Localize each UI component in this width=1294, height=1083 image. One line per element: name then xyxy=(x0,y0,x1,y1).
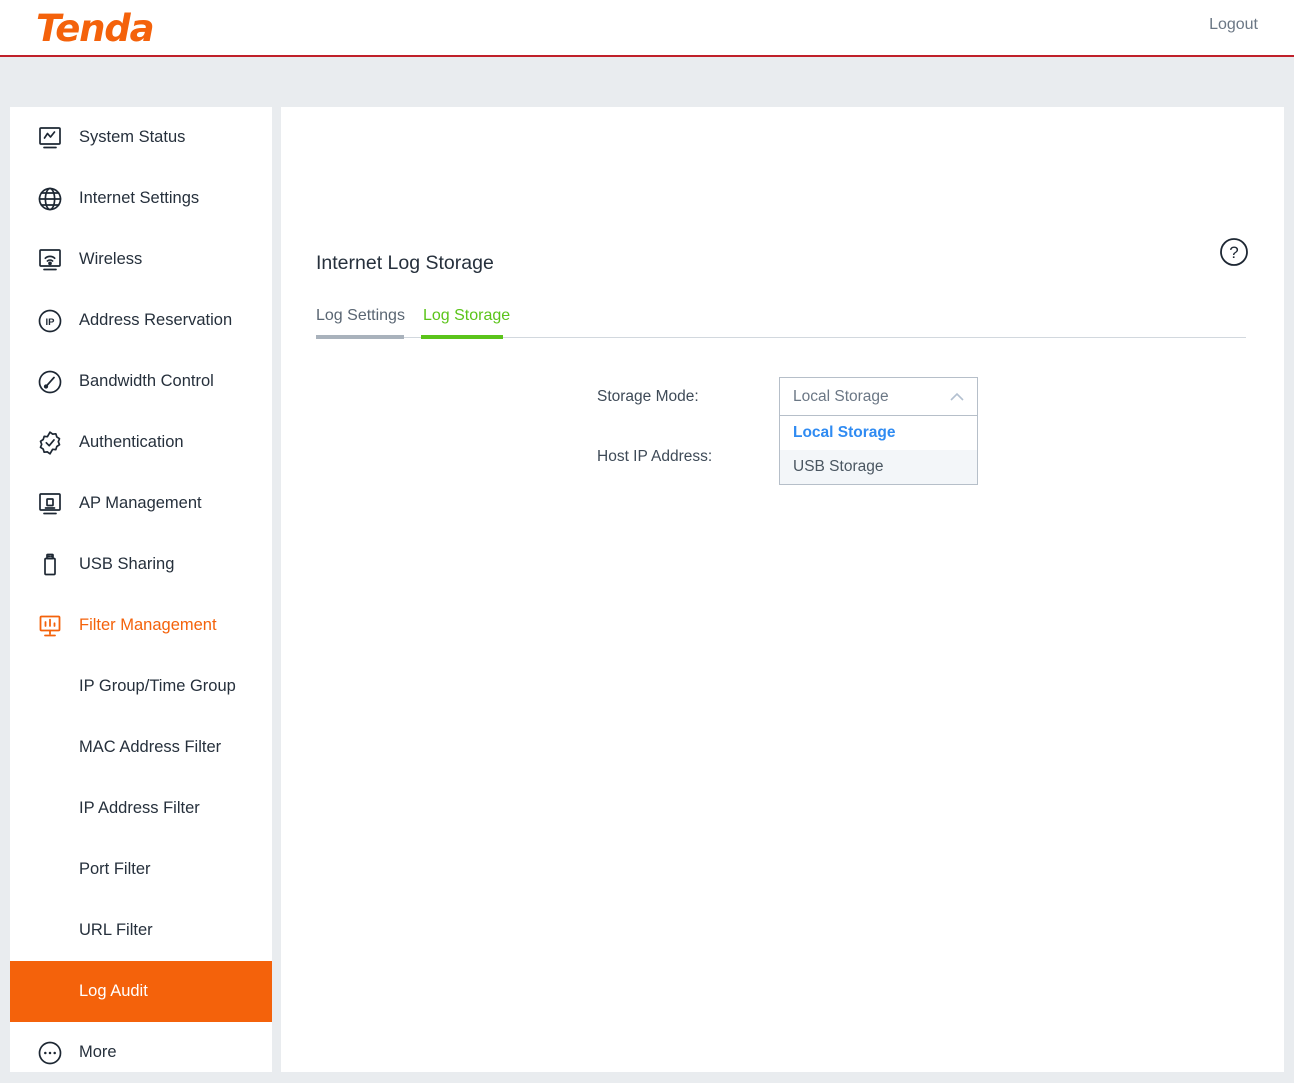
sidebar-item-mac-address-filter[interactable]: MAC Address Filter xyxy=(10,717,272,778)
chevron-up-icon[interactable] xyxy=(949,391,965,403)
globe-icon xyxy=(36,185,64,213)
usb-drive-icon xyxy=(36,551,64,579)
more-dots-icon xyxy=(36,1039,64,1067)
sidebar-item-address-reservation[interactable]: IP Address Reservation xyxy=(10,290,272,351)
sidebar-item-label: Authentication xyxy=(79,433,184,452)
sidebar-item-label: USB Sharing xyxy=(79,555,174,574)
sidebar-item-internet-settings[interactable]: Internet Settings xyxy=(10,168,272,229)
app-header: Tenda Logout xyxy=(0,0,1294,57)
sidebar-item-filter-management[interactable]: Filter Management xyxy=(10,595,272,656)
sidebar-item-label: More xyxy=(79,1043,117,1062)
sidebar-item-label: Address Reservation xyxy=(79,311,232,330)
sidebar-item-url-filter[interactable]: URL Filter xyxy=(10,900,272,961)
storage-mode-select[interactable]: Local Storage Local Storage USB Storage xyxy=(779,377,978,485)
tenda-logo: Tenda xyxy=(36,8,153,50)
ip-circle-icon: IP xyxy=(36,307,64,335)
page-title: Internet Log Storage xyxy=(316,252,494,275)
svg-text:?: ? xyxy=(1229,243,1238,262)
sidebar-item-label: AP Management xyxy=(79,494,202,513)
gauge-icon xyxy=(36,368,64,396)
tab-underline xyxy=(316,335,1246,339)
help-circle-icon[interactable]: ? xyxy=(1219,237,1249,267)
storage-mode-selected-value: Local Storage xyxy=(793,388,889,406)
sidebar-item-bandwidth-control[interactable]: Bandwidth Control xyxy=(10,351,272,412)
sidebar-item-label: Internet Settings xyxy=(79,189,199,208)
tab-log-settings[interactable]: Log Settings xyxy=(316,307,405,325)
sidebar-item-log-audit[interactable]: Log Audit xyxy=(10,961,272,1022)
sidebar-item-ip-group-time-group[interactable]: IP Group/Time Group xyxy=(10,656,272,717)
wifi-monitor-icon xyxy=(36,246,64,274)
sidebar-item-label: System Status xyxy=(79,128,185,147)
tab-indicator-inactive xyxy=(316,335,404,339)
sidebar-item-ip-address-filter[interactable]: IP Address Filter xyxy=(10,778,272,839)
logout-button[interactable]: Logout xyxy=(1209,16,1258,34)
sidebar-item-label: Port Filter xyxy=(79,860,151,879)
sidebar-item-label: Bandwidth Control xyxy=(79,372,214,391)
storage-mode-option-list: Local Storage USB Storage xyxy=(779,416,978,485)
sidebar-item-port-filter[interactable]: Port Filter xyxy=(10,839,272,900)
sidebar-item-label: IP Address Filter xyxy=(79,799,200,818)
monitor-chart-icon xyxy=(36,124,64,152)
badge-check-icon xyxy=(36,429,64,457)
content-panel: ? Internet Log Storage Log Settings Log … xyxy=(281,107,1284,1072)
storage-mode-label: Storage Mode: xyxy=(597,388,699,406)
svg-text:IP: IP xyxy=(46,317,56,328)
option-local-storage[interactable]: Local Storage xyxy=(780,416,977,450)
sidebar-item-label: Filter Management xyxy=(79,616,217,635)
host-ip-address-label: Host IP Address: xyxy=(597,448,712,466)
option-usb-storage[interactable]: USB Storage xyxy=(780,450,977,484)
sidebar-item-label: Wireless xyxy=(79,250,142,269)
tab-labels: Log Settings Log Storage xyxy=(316,297,1246,325)
sidebar-item-label: Log Audit xyxy=(79,982,148,1001)
sidebar-item-system-status[interactable]: System Status xyxy=(10,107,272,168)
sidebar-item-ap-management[interactable]: AP Management xyxy=(10,473,272,534)
ap-device-icon xyxy=(36,490,64,518)
tab-strip: Log Settings Log Storage xyxy=(316,297,1246,339)
sidebar-item-label: IP Group/Time Group xyxy=(79,677,236,696)
sidebar-item-authentication[interactable]: Authentication xyxy=(10,412,272,473)
sidebar-item-wireless[interactable]: Wireless xyxy=(10,229,272,290)
sidebar-item-usb-sharing[interactable]: USB Sharing xyxy=(10,534,272,595)
sidebar-item-more[interactable]: More xyxy=(10,1022,272,1083)
filter-chart-icon xyxy=(36,612,64,640)
tab-indicator-active xyxy=(421,335,503,339)
sidebar-nav: System Status Internet Settings Wireless IP… xyxy=(10,107,272,1072)
tab-log-storage[interactable]: Log Storage xyxy=(423,307,510,325)
sidebar-item-label: MAC Address Filter xyxy=(79,738,221,757)
sidebar-item-label: URL Filter xyxy=(79,921,153,940)
storage-mode-select-box[interactable]: Local Storage xyxy=(779,377,978,416)
